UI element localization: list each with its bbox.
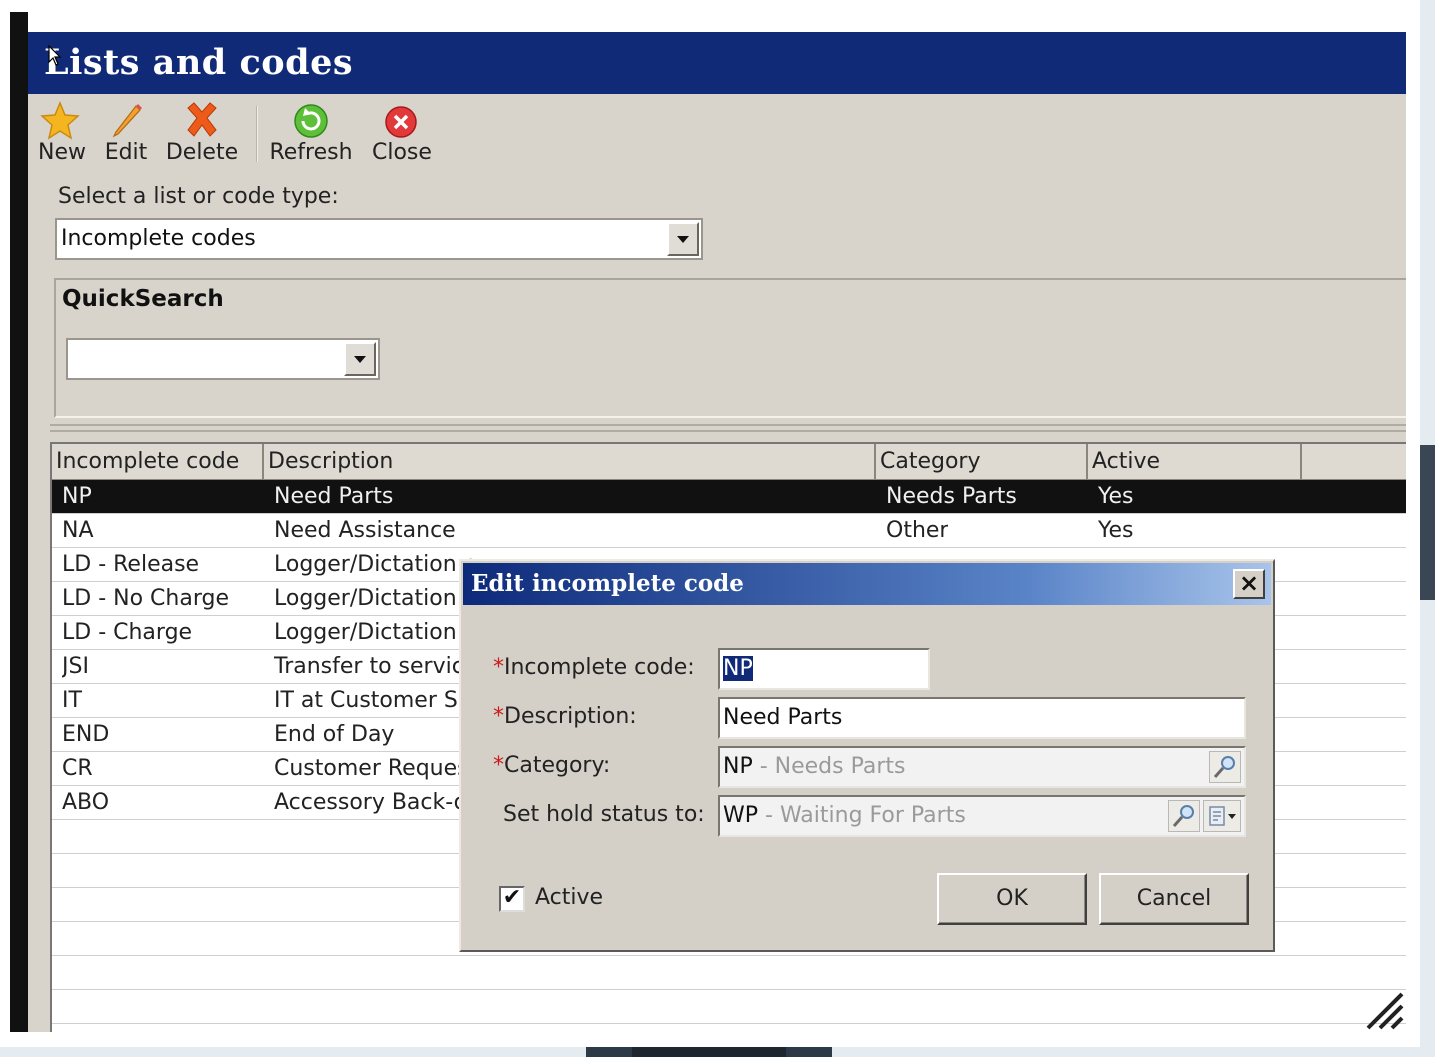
taskbar-fragment xyxy=(586,1047,632,1057)
cell-description: IT at Customer Sit xyxy=(274,688,473,713)
quicksearch-title: QuickSearch xyxy=(62,286,224,312)
column-header-category[interactable]: Category xyxy=(876,444,1088,480)
window-edge xyxy=(10,12,28,1032)
description-value: Need Parts xyxy=(723,705,843,730)
cell-code: LD - No Charge xyxy=(62,586,229,611)
divider xyxy=(50,424,1406,426)
cell-description: End of Day xyxy=(274,722,395,747)
taskbar-fragment xyxy=(632,1047,786,1057)
quicksearch-input[interactable] xyxy=(66,338,380,380)
cell-category: Needs Parts xyxy=(886,484,1017,509)
code-label: *Incomplete code: xyxy=(493,655,695,680)
column-header-description[interactable]: Description xyxy=(264,444,876,480)
code-label-text: Incomplete code: xyxy=(504,655,695,680)
x-icon xyxy=(164,100,240,142)
resize-grip-icon[interactable] xyxy=(1362,988,1406,1032)
dialog-title: Edit incomplete code × xyxy=(463,563,1271,605)
taskbar-fragment xyxy=(786,1047,832,1057)
cell-code: ABO xyxy=(62,790,110,815)
hold-name: - Waiting For Parts xyxy=(758,803,966,828)
grid-header: Incomplete code Description Category Act… xyxy=(52,444,1406,480)
edit-incomplete-code-dialog: Edit incomplete code × *Incomplete code:… xyxy=(459,559,1275,952)
table-row[interactable]: NP Need Parts Needs Parts Yes xyxy=(52,480,1406,514)
column-header-active[interactable]: Active xyxy=(1088,444,1302,480)
active-label: Active xyxy=(535,885,604,910)
new-label: New xyxy=(38,140,86,165)
cell-code: JSI xyxy=(62,654,89,679)
close-icon xyxy=(372,100,430,142)
category-name: - Needs Parts xyxy=(752,754,906,779)
ok-button[interactable]: OK xyxy=(937,873,1087,925)
list-type-value: Incomplete codes xyxy=(61,226,256,251)
required-marker: * xyxy=(493,704,504,729)
empty-row xyxy=(52,956,1406,990)
chevron-down-icon[interactable] xyxy=(667,222,699,256)
description-label-text: Description: xyxy=(504,704,637,729)
description-label: *Description: xyxy=(493,704,637,729)
close-button[interactable]: Close xyxy=(372,100,432,165)
refresh-icon xyxy=(268,100,354,142)
hold-code: WP xyxy=(723,803,759,828)
cell-description: Need Assistance xyxy=(274,518,456,543)
cell-description: Need Parts xyxy=(274,484,394,509)
toolbar: New Edit Delete Refresh Close xyxy=(28,94,1406,172)
category-label: *Category: xyxy=(493,753,610,778)
new-button[interactable]: New xyxy=(38,100,86,165)
background-window-edge xyxy=(1420,445,1435,600)
delete-label: Delete xyxy=(165,140,239,165)
cancel-button[interactable]: Cancel xyxy=(1099,873,1249,925)
edit-button[interactable]: Edit xyxy=(102,100,150,165)
quicksearch-group: QuickSearch xyxy=(54,278,1406,418)
delete-button[interactable]: Delete xyxy=(164,100,240,165)
search-icon[interactable] xyxy=(1168,800,1200,832)
cell-description: Logger/Dictation - xyxy=(274,586,472,611)
window-title: Lists and codes xyxy=(28,32,1406,94)
pencil-icon xyxy=(102,100,150,142)
list-type-label: Select a list or code type: xyxy=(58,184,339,209)
toolbar-separator xyxy=(256,106,258,162)
empty-row xyxy=(52,990,1406,1024)
column-header-code[interactable]: Incomplete code xyxy=(52,444,264,480)
refresh-label: Refresh xyxy=(269,140,353,165)
cell-code: CR xyxy=(62,756,93,781)
column-header-filler xyxy=(1302,444,1406,480)
chevron-down-icon[interactable] xyxy=(344,342,376,376)
hold-status-lookup-field[interactable]: WP - Waiting For Parts xyxy=(718,795,1246,837)
search-icon[interactable] xyxy=(1209,751,1241,783)
cell-code: END xyxy=(62,722,110,747)
active-checkbox[interactable]: ✔ xyxy=(499,886,525,912)
cell-code: LD - Release xyxy=(62,552,200,577)
category-label-text: Category: xyxy=(504,753,611,778)
cell-description: Accessory Back-or xyxy=(274,790,477,815)
description-input[interactable]: Need Parts xyxy=(718,697,1246,739)
cell-active: Yes xyxy=(1098,484,1134,509)
hold-status-label: Set hold status to: xyxy=(503,802,705,827)
cell-description: Logger/Dictation C xyxy=(274,620,480,645)
close-label: Close xyxy=(372,140,432,165)
cell-code: NA xyxy=(62,518,94,543)
dialog-title-text: Edit incomplete code xyxy=(471,570,744,597)
star-icon xyxy=(38,100,82,142)
cell-category: Other xyxy=(886,518,949,543)
close-icon[interactable]: × xyxy=(1233,569,1265,599)
category-code: NP xyxy=(723,754,753,779)
cell-description: Customer Reques xyxy=(274,756,469,781)
mouse-pointer-icon xyxy=(48,44,62,71)
category-lookup-field[interactable]: NP - Needs Parts xyxy=(718,746,1246,788)
cell-description: Transfer to servic xyxy=(274,654,464,679)
table-row[interactable]: NA Need Assistance Other Yes xyxy=(52,514,1406,548)
required-marker: * xyxy=(493,655,504,680)
cell-active: Yes xyxy=(1098,518,1134,543)
divider xyxy=(50,430,1406,432)
required-marker: * xyxy=(493,753,504,778)
cell-code: IT xyxy=(62,688,82,713)
edit-label: Edit xyxy=(104,140,148,165)
cell-code: NP xyxy=(62,484,92,509)
code-value: NP xyxy=(723,656,753,681)
cell-code: LD - Charge xyxy=(62,620,193,645)
lookup-menu-icon[interactable] xyxy=(1203,800,1241,832)
list-type-select[interactable]: Incomplete codes xyxy=(55,218,703,260)
refresh-button[interactable]: Refresh xyxy=(268,100,354,165)
incomplete-code-input[interactable]: NP xyxy=(718,648,930,690)
